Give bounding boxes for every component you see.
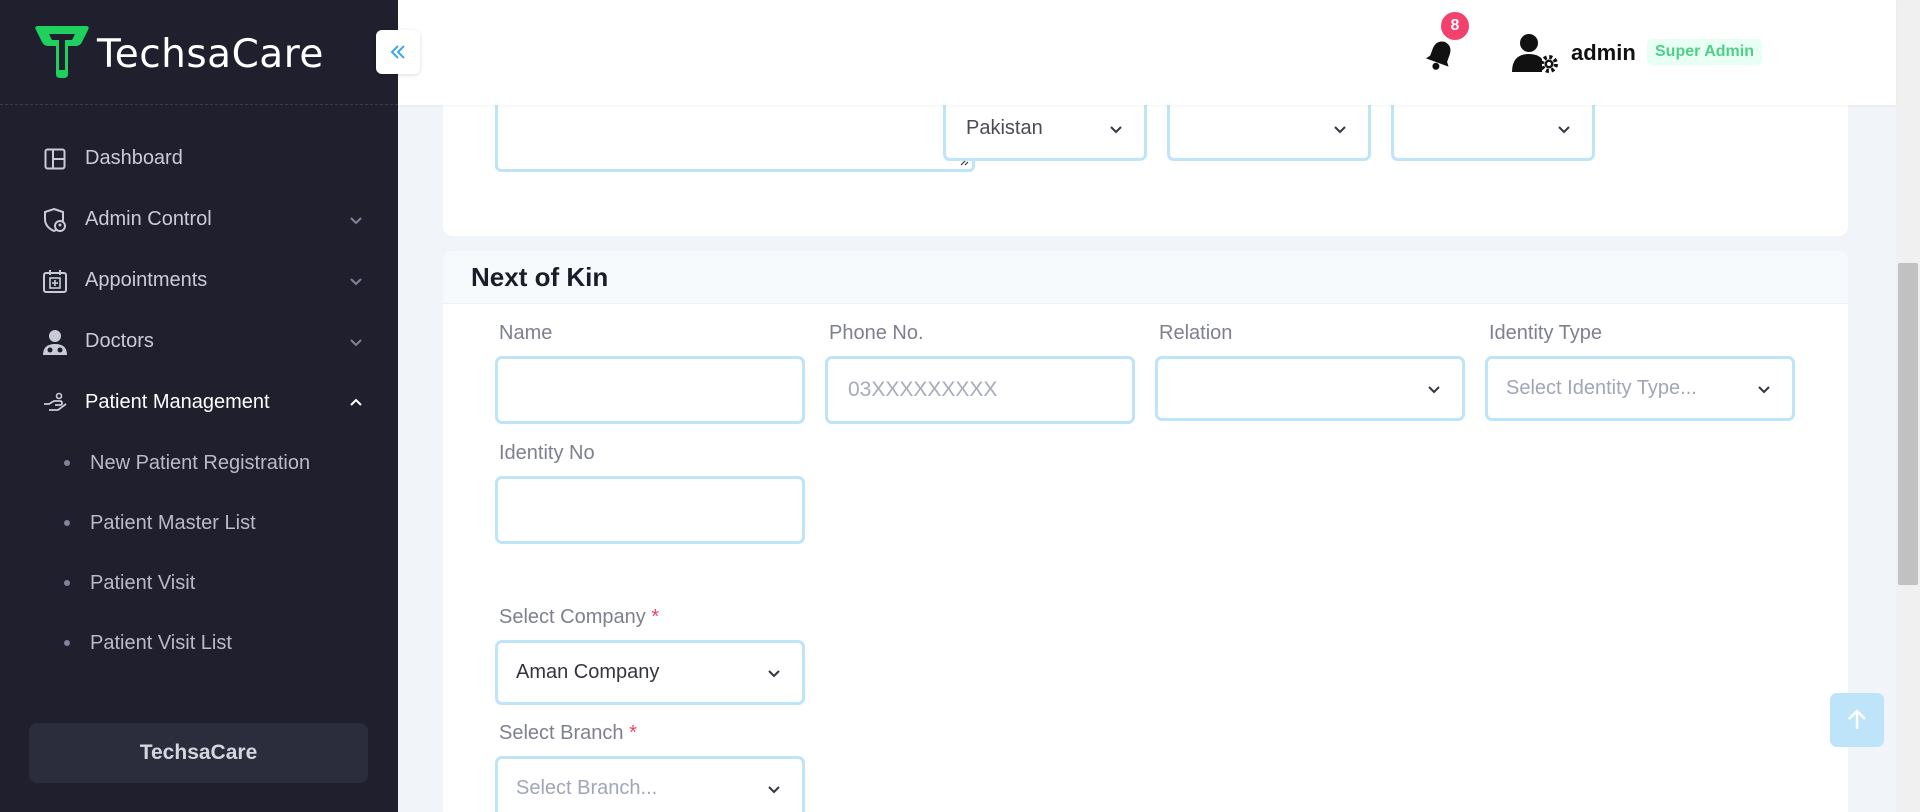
kin-identity-type-label: Identity Type — [1489, 322, 1603, 344]
submenu-item-label: New Patient Registration — [90, 451, 311, 474]
sidebar: TechsaCare Dashboard Admin Control Appoi… — [0, 0, 398, 812]
sidebar-item-doctors[interactable]: Doctors — [0, 311, 398, 372]
kin-identity-no-input[interactable] — [495, 476, 805, 544]
kin-phone-placeholder: 03XXXXXXXXX — [848, 378, 998, 401]
address-textarea[interactable] — [495, 105, 975, 172]
chevron-down-icon — [1758, 385, 1770, 393]
next-of-kin-title: Next of Kin — [443, 251, 1848, 304]
sidebar-item-label: Appointments — [85, 269, 208, 291]
sidebar-item-label: Admin Control — [85, 208, 212, 230]
techsacare-logo-icon — [35, 26, 89, 78]
chevron-down-icon — [1110, 125, 1122, 133]
sidebar-nav: Dashboard Admin Control Appointments Doc… — [0, 128, 398, 673]
user-settings-icon[interactable] — [1512, 32, 1560, 74]
submenu-item-patient-visit-list[interactable]: Patient Visit List — [0, 613, 398, 673]
kin-identity-no-label: Identity No — [499, 442, 595, 464]
calendar-plus-icon — [40, 266, 70, 296]
company-label: Select Company * — [499, 606, 659, 629]
bullet-dot — [64, 520, 70, 526]
scroll-to-top-button[interactable] — [1830, 693, 1884, 747]
next-of-kin-card: Next of Kin Name Phone No. 03XXXXXXXXX R… — [443, 251, 1848, 812]
bullet-dot — [64, 580, 70, 586]
sidebar-item-admin-control[interactable]: Admin Control — [0, 189, 398, 250]
branch-select[interactable]: Select Branch... — [495, 756, 805, 812]
arrow-up-icon — [1848, 709, 1866, 729]
branch-label-text: Select Branch — [499, 722, 624, 744]
province-select[interactable] — [1167, 105, 1371, 161]
chevron-down-icon — [350, 216, 362, 224]
user-name[interactable]: admin — [1571, 40, 1636, 66]
patient-management-submenu: New Patient Registration Patient Master … — [0, 433, 398, 673]
branch-label: Select Branch * — [499, 722, 637, 745]
submenu-item-label: Patient Visit List — [90, 631, 232, 654]
chevron-up-icon — [350, 398, 362, 406]
submenu-item-label: Patient Visit — [90, 571, 196, 594]
kin-name-label: Name — [499, 322, 553, 344]
chevron-down-icon — [350, 277, 362, 285]
kin-relation-select[interactable] — [1155, 356, 1465, 421]
company-label-text: Select Company — [499, 606, 646, 628]
sidebar-item-appointments[interactable]: Appointments — [0, 250, 398, 311]
submenu-item-patient-master-list[interactable]: Patient Master List — [0, 493, 398, 553]
chevron-down-icon — [1428, 385, 1440, 393]
kin-phone-label: Phone No. — [829, 322, 924, 344]
sidebar-item-dashboard[interactable]: Dashboard — [0, 128, 398, 189]
country-select-value: Pakistan — [966, 117, 1043, 139]
chevron-down-icon — [1334, 125, 1346, 133]
city-select[interactable] — [1391, 105, 1595, 161]
kin-identity-type-select[interactable]: Select Identity Type... — [1485, 356, 1795, 421]
submenu-item-patient-visit[interactable]: Patient Visit — [0, 553, 398, 613]
user-role-badge: Super Admin — [1647, 39, 1762, 65]
brand-name: TechsaCare — [97, 32, 324, 77]
double-chevron-left-icon — [390, 45, 405, 59]
address-card: Pakistan — [443, 105, 1848, 236]
kin-name-input[interactable] — [495, 356, 805, 424]
chevron-down-icon — [1558, 125, 1570, 133]
chevron-down-icon — [768, 669, 780, 677]
submenu-item-label: Patient Master List — [90, 511, 256, 534]
doctor-icon — [40, 327, 70, 357]
shield-user-icon — [40, 205, 70, 235]
chevron-down-icon — [350, 338, 362, 346]
top-header: 8 admin Super Admin — [398, 0, 1896, 105]
sidebar-collapse-button[interactable] — [376, 30, 420, 74]
company-select[interactable]: Aman Company — [495, 640, 805, 705]
kin-relation-label: Relation — [1159, 322, 1233, 344]
sidebar-item-label: Doctors — [85, 330, 154, 352]
country-select[interactable]: Pakistan — [943, 105, 1147, 161]
bullet-dot — [64, 460, 70, 466]
kin-phone-input[interactable]: 03XXXXXXXXX — [825, 356, 1135, 424]
dashboard-icon — [40, 144, 70, 174]
required-asterisk: * — [629, 722, 637, 744]
company-select-value: Aman Company — [516, 661, 660, 683]
branch-select-placeholder: Select Branch... — [516, 777, 658, 799]
main-content: Pakistan Next of Kin Name Phone No. 03XX… — [398, 105, 1896, 812]
sidebar-footer[interactable]: TechsaCare — [29, 723, 368, 783]
chevron-down-icon — [768, 785, 780, 793]
kin-identity-type-placeholder: Select Identity Type... — [1506, 377, 1697, 399]
page-scrollbar-thumb[interactable] — [1898, 263, 1918, 585]
notification-bell-icon[interactable] — [1424, 38, 1456, 72]
submenu-item-new-patient-registration[interactable]: New Patient Registration — [0, 433, 398, 493]
sidebar-item-label: Patient Management — [85, 391, 270, 413]
sidebar-item-patient-management[interactable]: Patient Management — [0, 372, 398, 433]
notification-count-badge: 8 — [1439, 10, 1471, 42]
sidebar-item-label: Dashboard — [85, 147, 183, 169]
brand: TechsaCare — [0, 0, 398, 105]
required-asterisk: * — [651, 606, 660, 628]
bullet-dot — [64, 640, 70, 646]
hand-care-icon — [40, 388, 70, 418]
